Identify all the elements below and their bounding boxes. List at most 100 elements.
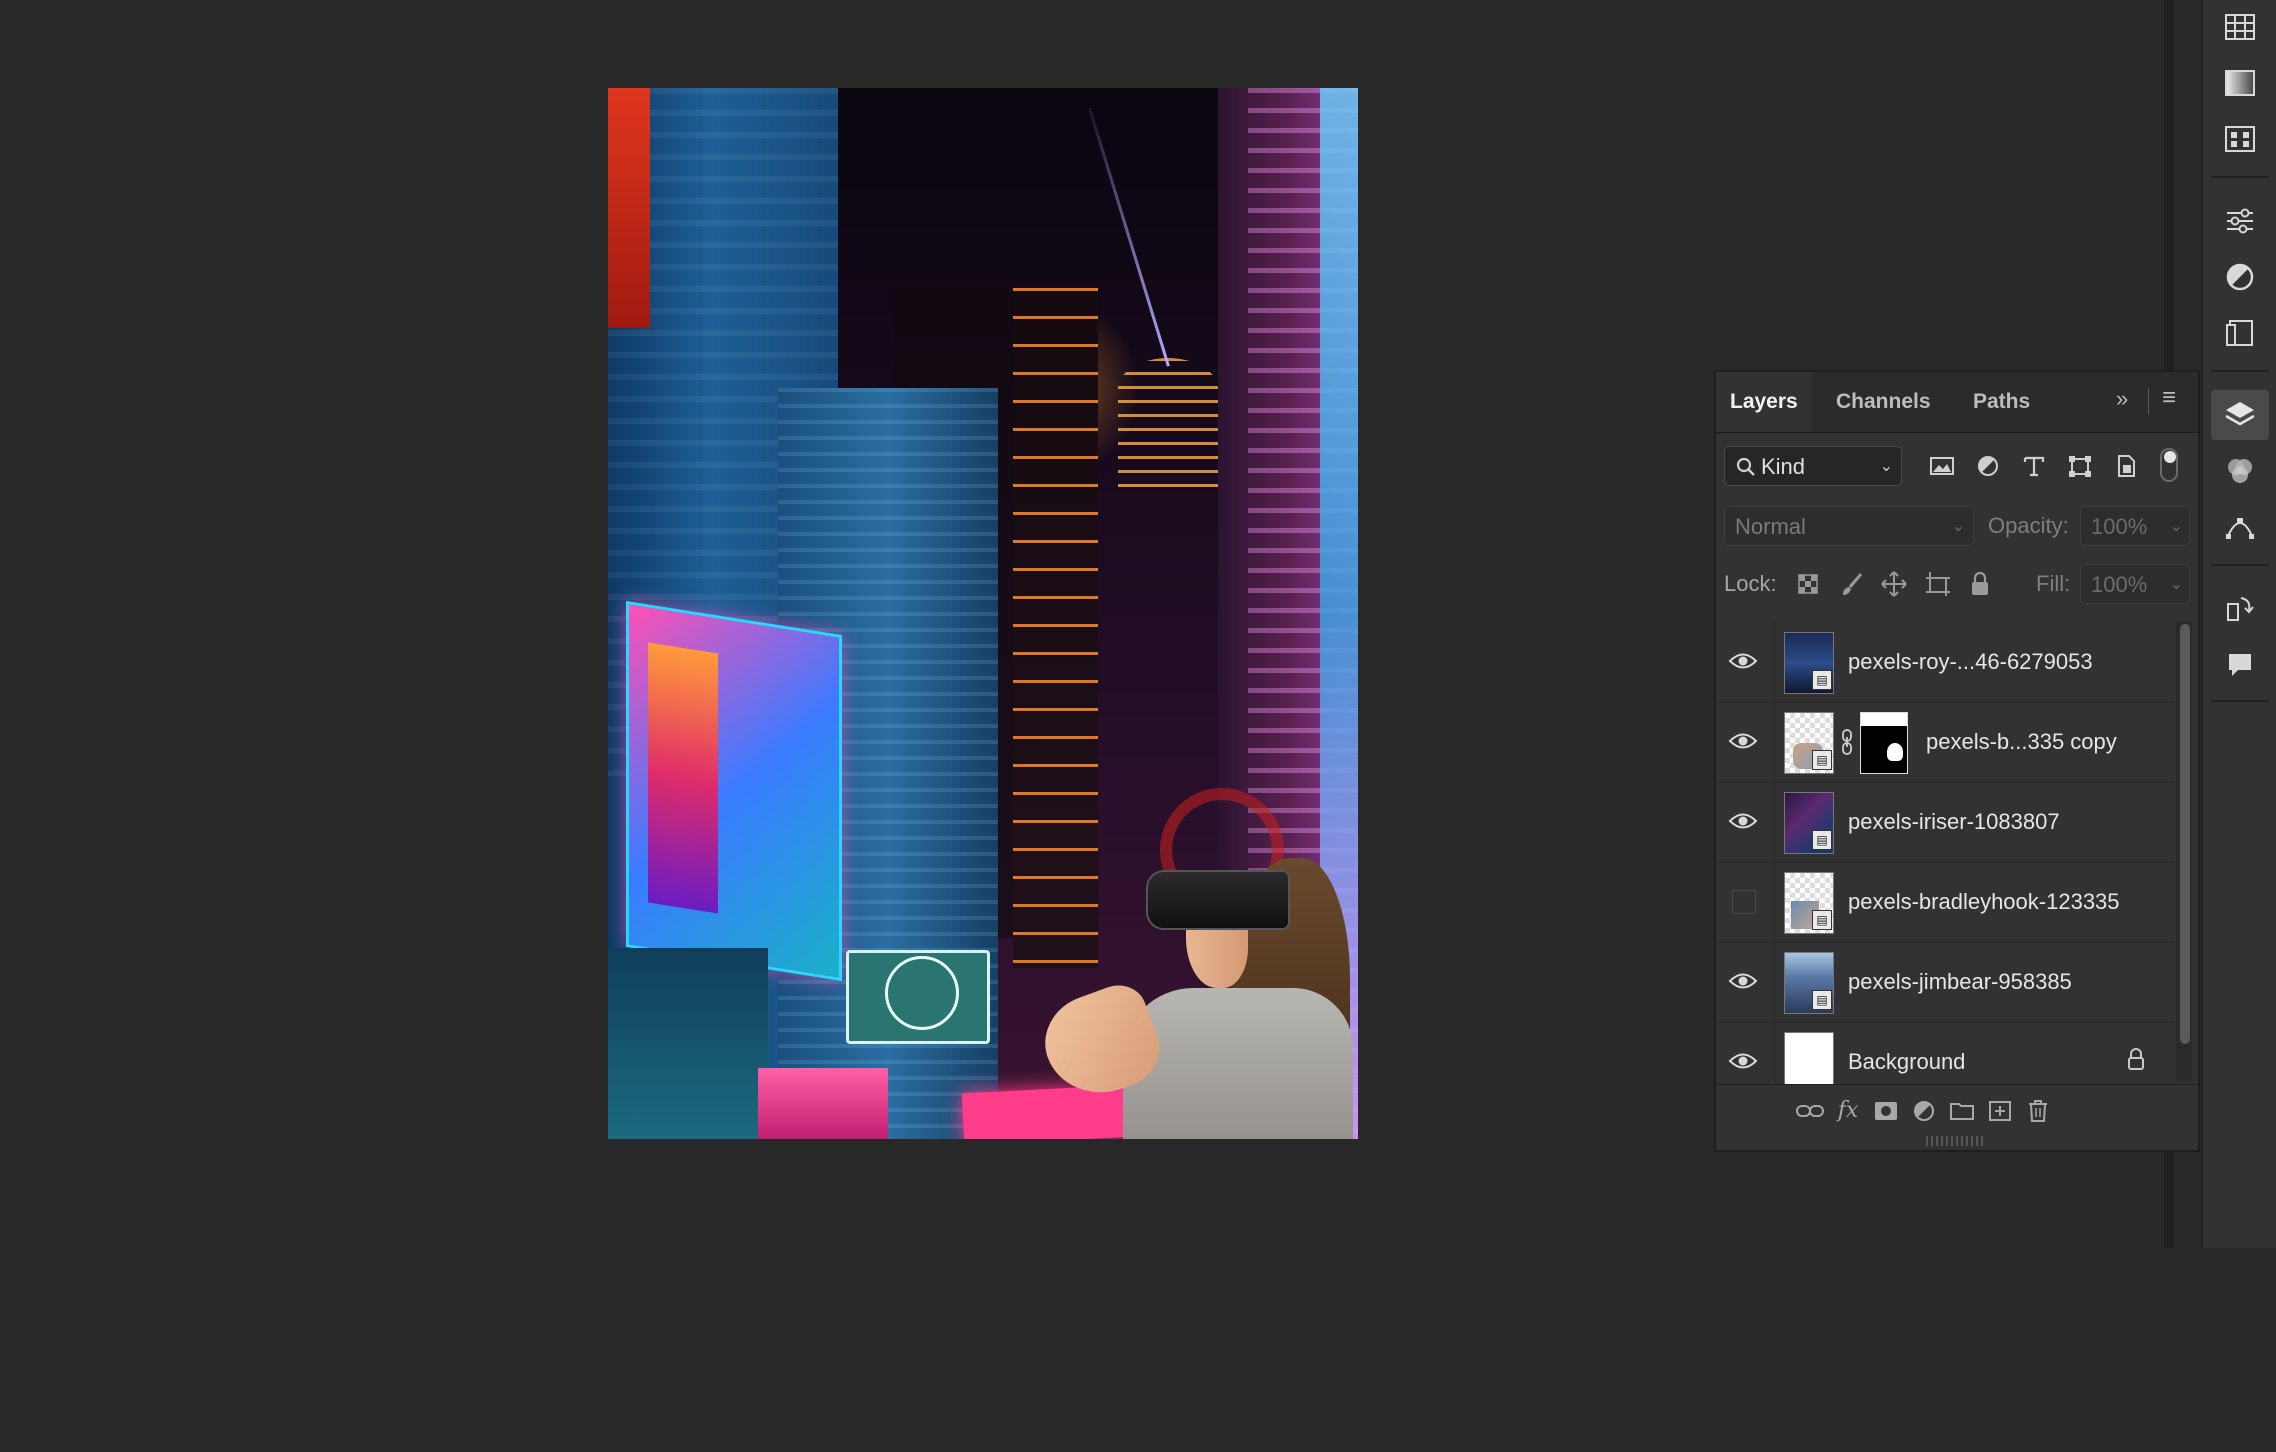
layer-name[interactable]: pexels-b...335 copy xyxy=(1926,702,2117,782)
blend-mode-select[interactable]: Normal ⌄ xyxy=(1724,506,1974,546)
smart-object-badge-icon: ▤ xyxy=(1812,670,1832,690)
opacity-field[interactable]: 100% ⌄ xyxy=(2080,506,2190,546)
fx-icon[interactable]: fx xyxy=(1830,1093,1866,1129)
eye-visibility-icon[interactable] xyxy=(1728,728,1758,754)
round-tower-lights xyxy=(1118,358,1218,498)
dock-separator xyxy=(2211,370,2269,372)
trash-icon[interactable] xyxy=(2020,1093,2056,1129)
new-group-icon[interactable] xyxy=(1944,1093,1980,1129)
layer-row[interactable]: ▤ pexels-jimbear-958385 xyxy=(1716,942,2174,1023)
tab-paths[interactable]: Paths xyxy=(1959,372,2044,432)
visibility-column-divider xyxy=(1774,702,1775,782)
visibility-column-divider xyxy=(1774,942,1775,1022)
eye-visibility-icon[interactable] xyxy=(1728,808,1758,834)
billboard-art xyxy=(648,642,718,914)
smart-object-badge-icon: ▤ xyxy=(1812,910,1832,930)
filter-toggle-switch[interactable] xyxy=(2160,448,2178,482)
eye-visibility-icon[interactable] xyxy=(1728,968,1758,994)
layers-panel-footer: fx xyxy=(1716,1084,2198,1137)
layer-filter-row: Kind ⌄ xyxy=(1716,446,2198,492)
properties-sliders-icon[interactable] xyxy=(2211,196,2269,246)
filter-kind-label: Kind xyxy=(1761,454,1806,479)
chain-link-icon[interactable] xyxy=(1840,728,1854,756)
tab-layers[interactable]: Layers xyxy=(1716,372,1812,432)
layers-list: ▤ pexels-roy-...46-6279053 ▤ pexels-b...… xyxy=(1716,622,2176,1452)
layers-panel: Layers Channels Paths » ≡ Kind ⌄ Normal … xyxy=(1714,370,2200,1152)
panel-icon-dock xyxy=(2202,0,2276,1248)
lock-all-icon[interactable] xyxy=(1964,568,1996,600)
panel-resize-grip[interactable] xyxy=(1926,1136,1986,1146)
blend-mode-value: Normal xyxy=(1735,514,1806,539)
sign-logo-circle xyxy=(885,956,959,1030)
layer-name[interactable]: pexels-roy-...46-6279053 xyxy=(1848,622,2093,702)
layer-row[interactable]: ▤ pexels-roy-...46-6279053 xyxy=(1716,622,2174,703)
hamburger-menu-icon[interactable]: ≡ xyxy=(2162,384,2176,412)
layer-name[interactable]: pexels-iriser-1083807 xyxy=(1848,782,2060,862)
adjustment-layer-icon[interactable] xyxy=(1906,1093,1942,1129)
document-canvas[interactable] xyxy=(608,88,1358,1139)
link-layers-icon[interactable] xyxy=(1792,1093,1828,1129)
adjustment-filter-icon[interactable] xyxy=(1972,450,2004,482)
fill-value: 100% xyxy=(2091,572,2148,597)
red-sign-edge xyxy=(608,88,650,328)
gradients-icon[interactable] xyxy=(2211,58,2269,108)
patterns-icon[interactable] xyxy=(2211,114,2269,164)
lock-icon[interactable] xyxy=(2126,1046,2146,1078)
dock-separator xyxy=(2211,564,2269,566)
search-icon xyxy=(1735,447,1757,501)
lock-image-pixels-icon[interactable] xyxy=(1836,568,1868,600)
filter-kind-select[interactable]: Kind ⌄ xyxy=(1724,446,1902,486)
tab-bar-divider xyxy=(2148,388,2149,414)
history-icon[interactable] xyxy=(2211,584,2269,634)
comments-icon[interactable] xyxy=(2211,640,2269,690)
layer-row[interactable]: ▤ pexels-b...335 copy xyxy=(1716,702,2174,783)
layer-row[interactable]: ▤ pexels-bradleyhook-123335 xyxy=(1716,862,2174,943)
woman-hoodie xyxy=(1123,988,1353,1139)
chevron-down-icon: ⌄ xyxy=(2169,518,2183,535)
layer-row[interactable]: ▤ pexels-iriser-1083807 xyxy=(1716,782,2174,863)
fill-field[interactable]: 100% ⌄ xyxy=(2080,564,2190,604)
chevron-down-icon: ⌄ xyxy=(2169,576,2183,593)
visibility-column-divider xyxy=(1774,782,1775,862)
lock-label: Lock: xyxy=(1724,571,1777,596)
lit-tower xyxy=(1013,288,1098,968)
chevron-down-icon: ⌄ xyxy=(1879,458,1893,475)
shape-filter-icon[interactable] xyxy=(2064,450,2096,482)
fill-label: Fill: xyxy=(2036,571,2071,596)
lock-transparent-pixels-icon[interactable] xyxy=(1792,568,1824,600)
eye-visibility-icon[interactable] xyxy=(1728,1048,1758,1074)
double-chevron-right-icon[interactable]: » xyxy=(2116,386,2128,412)
pink-storefront xyxy=(758,1068,888,1139)
type-filter-icon[interactable] xyxy=(2018,450,2050,482)
chevron-down-icon: ⌄ xyxy=(1951,518,1965,535)
layers-panel-icon[interactable] xyxy=(2211,390,2269,440)
layer-mask-thumbnail[interactable] xyxy=(1860,712,1908,774)
visibility-toggle-off[interactable] xyxy=(1732,890,1756,914)
dock-separator xyxy=(2211,176,2269,178)
storefront xyxy=(608,948,768,1139)
laser-beam xyxy=(1088,107,1170,367)
lock-row: Lock: Fill: 100% ⌄ xyxy=(1716,564,2198,608)
opacity-label: Opacity: xyxy=(1988,513,2069,538)
dock-separator xyxy=(2211,700,2269,702)
adjustments-icon[interactable] xyxy=(2211,252,2269,302)
lock-artboard-icon[interactable] xyxy=(1922,568,1954,600)
swatches-icon[interactable] xyxy=(2211,2,2269,52)
add-mask-icon[interactable] xyxy=(1868,1093,1904,1129)
layers-scrollbar-thumb[interactable] xyxy=(2180,624,2190,1044)
new-layer-icon[interactable] xyxy=(1982,1093,2018,1129)
libraries-icon[interactable] xyxy=(2211,308,2269,358)
smart-object-filter-icon[interactable] xyxy=(2110,450,2142,482)
layer-name[interactable]: pexels-jimbear-958385 xyxy=(1848,942,2072,1022)
paths-panel-icon[interactable] xyxy=(2211,502,2269,552)
channels-panel-icon[interactable] xyxy=(2211,446,2269,496)
vr-headset xyxy=(1146,870,1290,930)
eye-visibility-icon[interactable] xyxy=(1728,648,1758,674)
layer-name[interactable]: pexels-bradleyhook-123335 xyxy=(1848,862,2120,942)
tab-channels[interactable]: Channels xyxy=(1822,372,1945,432)
blend-mode-row: Normal ⌄ Opacity: 100% ⌄ xyxy=(1716,506,2198,550)
lock-position-move-icon[interactable] xyxy=(1878,568,1910,600)
visibility-column-divider xyxy=(1774,622,1775,702)
hand-cursor-icon xyxy=(1887,743,1903,761)
image-filter-icon[interactable] xyxy=(1926,450,1958,482)
